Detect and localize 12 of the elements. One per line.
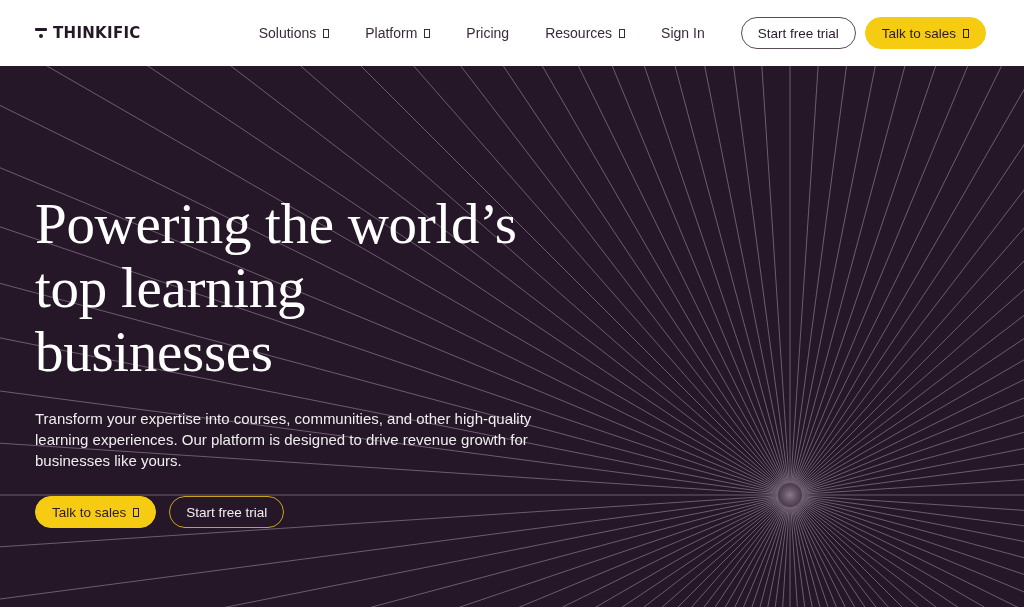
talk-to-sales-button[interactable]: Talk to sales	[35, 496, 157, 528]
start-trial-button[interactable]: Start free trial	[740, 17, 856, 49]
hero-title: Powering the world’s top learning businesses	[35, 192, 518, 384]
logo-text[interactable]: THINKIFIC	[53, 24, 141, 42]
nav-link[interactable]: Pricing	[466, 25, 510, 41]
talk-to-sales-button[interactable]: Talk to sales	[864, 17, 986, 49]
nav-link[interactable]: Sign In	[661, 25, 705, 41]
logo-icon	[35, 27, 47, 39]
nav-link[interactable]: Solutions	[258, 25, 330, 41]
nav-link[interactable]: Platform	[365, 25, 431, 41]
nav-link[interactable]: Resources	[545, 25, 626, 41]
hero-description: Transform your expertise into courses, communities, and other high-quality learning experiences. Our platform is designed to drive revenue growth for businesses like yours.	[35, 409, 533, 471]
